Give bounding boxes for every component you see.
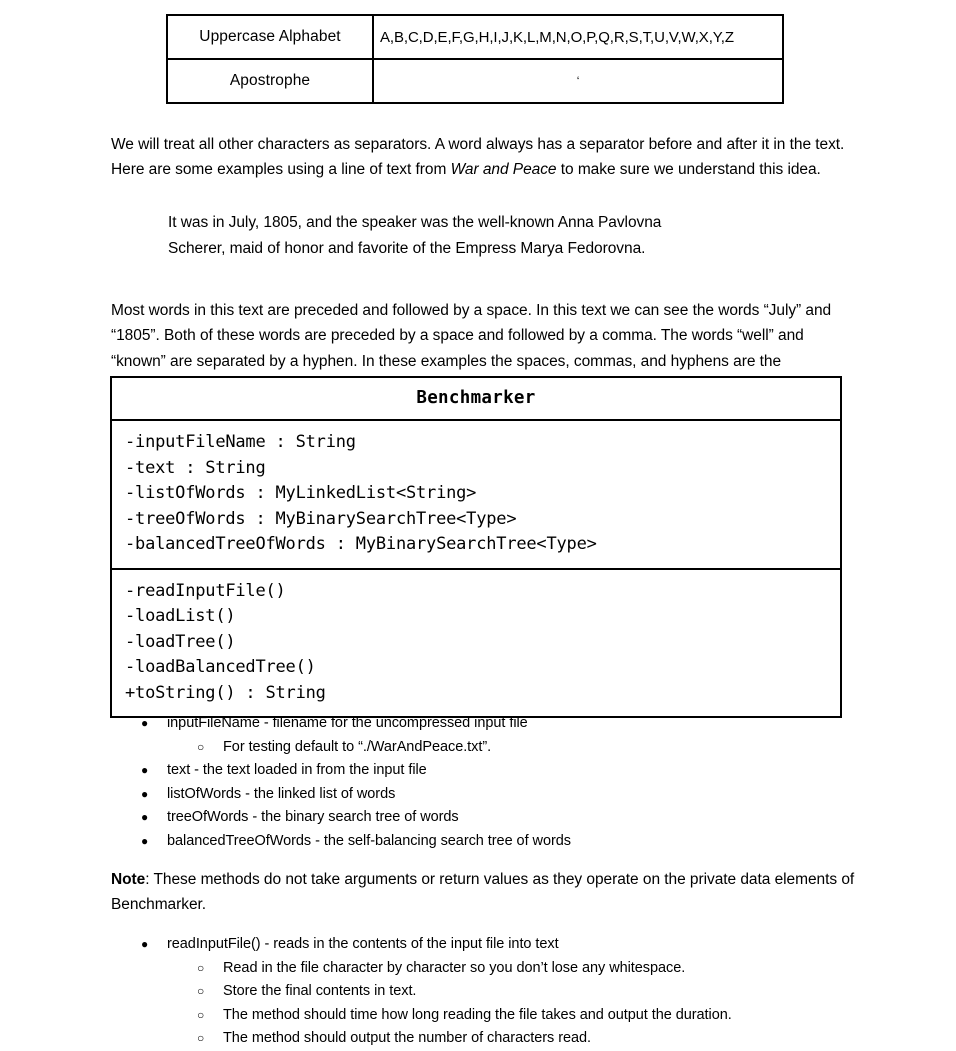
uml-attribute: -inputFileName : String (125, 432, 356, 452)
document-page: Uppercase Alphabet A,B,C,D,E,F,G,H,I,J,K… (0, 0, 956, 1046)
quote-line-2: Scherer, maid of honor and favorite of t… (168, 239, 646, 257)
list-item-label: treeOfWords - the binary search tree of … (167, 809, 459, 825)
uml-method: +toString() : String (125, 682, 326, 703)
list-item-label: The method should output the number of c… (223, 1030, 592, 1046)
uml-attribute: -balancedTreeOfWords : MyBinarySearchTre… (125, 534, 597, 554)
intro-paragraph: We will treat all other characters as se… (111, 132, 851, 183)
list-item-label: inputFileName - filename for the uncompr… (167, 715, 528, 731)
field-description-list: ● inputFileName - filename for the uncom… (111, 712, 901, 853)
bullet-hollow-icon: ○ (197, 739, 205, 754)
uml-methods-compartment: -readInputFile() -loadList() -loadTree()… (112, 570, 840, 717)
uml-class-box: Benchmarker -inputFileName : String -tex… (110, 376, 842, 718)
book-title-italic: War and Peace (450, 161, 557, 178)
table-row: Apostrophe ‘ (166, 58, 784, 104)
list-item-label: Store the final contents in text. (223, 983, 417, 999)
note-body: : These methods do not take arguments or… (111, 870, 855, 914)
bullet-hollow-icon: ○ (197, 1007, 205, 1022)
bullet-filled-icon: ● (141, 716, 149, 730)
note-and-method-list: Note: These methods do not take argument… (111, 851, 901, 1051)
bullet-hollow-icon: ○ (197, 984, 205, 998)
note-paragraph: Note: These methods do not take argument… (111, 867, 901, 918)
uml-attribute: -text : String (125, 457, 266, 478)
bullet-hollow-icon: ○ (197, 1031, 205, 1045)
list-item-label: The method should time how long reading … (223, 1006, 732, 1023)
list-item: ○ The method should output the number of… (111, 1027, 901, 1051)
uml-class-name: Benchmarker (112, 378, 840, 421)
quote-line-1: It was in July, 1805, and the speaker wa… (168, 214, 662, 231)
uml-attribute: -treeOfWords : MyBinarySearchTree<Type> (125, 508, 517, 529)
uml-method: -loadBalancedTree() (125, 657, 316, 677)
list-item: ● readInputFile() - reads in the content… (111, 933, 901, 957)
char-category-value: ‘ (372, 58, 784, 104)
list-item-label: For testing default to “./WarAndPeace.tx… (223, 738, 492, 755)
list-item: ○ Store the final contents in text. (111, 980, 901, 1004)
bullet-filled-icon: ● (141, 810, 149, 824)
uml-method: -loadTree() (125, 631, 236, 652)
list-item: ● treeOfWords - the binary search tree o… (111, 806, 901, 830)
bullet-filled-icon: ● (141, 833, 149, 848)
uml-method: -readInputFile() (125, 580, 286, 601)
char-category-label: Apostrophe (166, 58, 374, 104)
uml-attributes-compartment: -inputFileName : String -text : String -… (112, 421, 840, 570)
list-item-label: listOfWords - the linked list of words (167, 785, 396, 802)
list-item-label: balancedTreeOfWords - the self-balancing… (167, 832, 571, 849)
bullet-filled-icon: ● (141, 937, 149, 951)
char-category-value: A,B,C,D,E,F,G,H,I,J,K,L,M,N,O,P,Q,R,S,T,… (372, 14, 784, 60)
character-classification-table: Uppercase Alphabet A,B,C,D,E,F,G,H,I,J,K… (166, 14, 784, 104)
list-item-label: text - the text loaded in from the input… (167, 762, 427, 778)
list-item: ○ The method should time how long readin… (111, 1004, 901, 1028)
intro-text-after: to make sure we understand this idea. (556, 161, 821, 178)
list-item: ● text - the text loaded in from the inp… (111, 759, 901, 783)
list-item: ● listOfWords - the linked list of words (111, 783, 901, 807)
char-category-label: Uppercase Alphabet (166, 14, 374, 60)
char-table-body: Uppercase Alphabet A,B,C,D,E,F,G,H,I,J,K… (166, 14, 784, 104)
bullet-filled-icon: ● (141, 786, 149, 801)
quotation-block: It was in July, 1805, and the speaker wa… (168, 210, 868, 261)
list-item: ● balancedTreeOfWords - the self-balanci… (111, 830, 901, 854)
bullet-filled-icon: ● (141, 763, 149, 777)
bullet-hollow-icon: ○ (197, 960, 205, 975)
list-item-label: readInputFile() - reads in the contents … (167, 936, 559, 952)
table-row: Uppercase Alphabet A,B,C,D,E,F,G,H,I,J,K… (166, 14, 784, 60)
list-item: ○ For testing default to “./WarAndPeace.… (111, 736, 901, 760)
list-item: ○ Read in the file character by characte… (111, 957, 901, 981)
note-label: Note (111, 870, 146, 888)
uml-method: -loadList() (125, 606, 236, 626)
list-item-label: Read in the file character by character … (223, 959, 686, 976)
uml-attribute: -listOfWords : MyLinkedList<String> (125, 483, 477, 503)
list-item: ● inputFileName - filename for the uncom… (111, 712, 901, 736)
